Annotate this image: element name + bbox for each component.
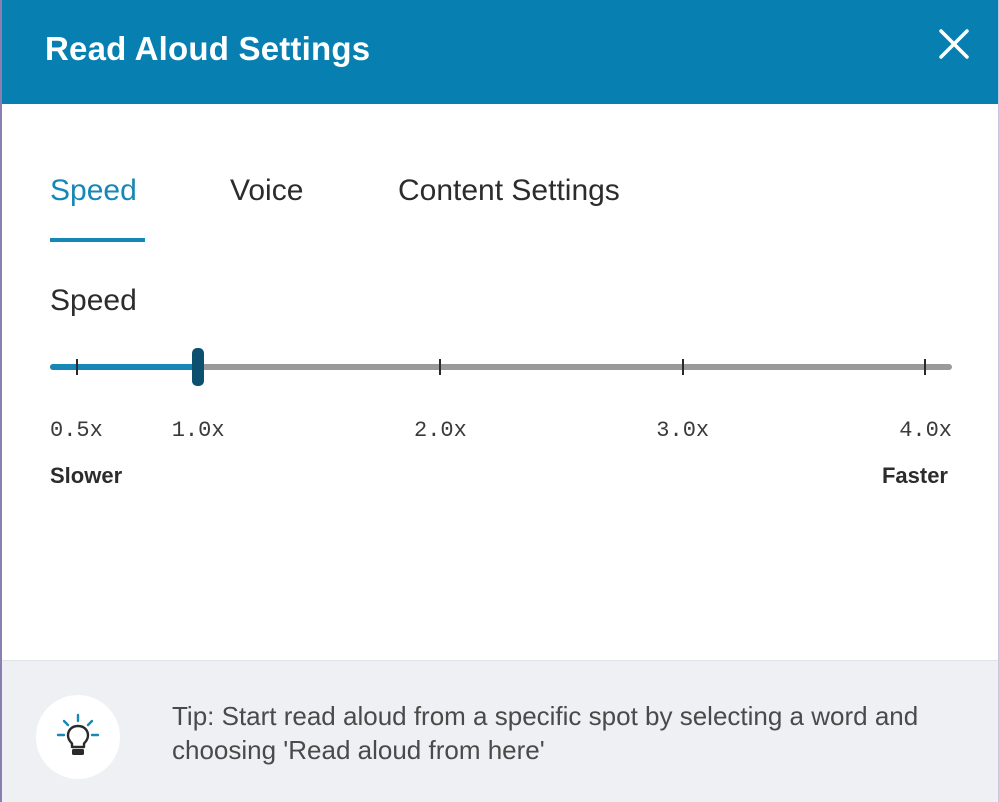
tab-speed[interactable]: Speed	[50, 174, 137, 208]
tab-content-settings[interactable]: Content Settings	[398, 174, 620, 208]
slider-tick	[76, 359, 78, 375]
active-tab-indicator	[50, 238, 145, 242]
slider-tick	[439, 359, 442, 375]
settings-tabs: Speed Voice Content Settings	[2, 160, 998, 250]
speed-section-label: Speed	[50, 284, 137, 317]
slower-caption: Slower	[50, 463, 123, 488]
tick-label: 2.0x	[414, 418, 467, 443]
slider-tick	[924, 359, 926, 375]
tip-footer: Tip: Start read aloud from a specific sp…	[2, 660, 998, 802]
tip-icon-container	[36, 695, 120, 779]
speed-slider[interactable]	[50, 346, 952, 390]
slider-thumb[interactable]	[192, 348, 205, 386]
slider-tick	[681, 359, 684, 375]
tick-label: 4.0x	[899, 418, 952, 443]
faster-caption: Faster	[881, 463, 948, 488]
close-button[interactable]	[936, 26, 972, 62]
close-icon	[939, 29, 969, 59]
tick-label: 0.5x	[50, 418, 103, 443]
dialog-header: Read Aloud Settings	[2, 0, 998, 104]
slider-track-fill	[50, 364, 199, 370]
tip-text: Tip: Start read aloud from a specific sp…	[172, 701, 919, 765]
tab-voice[interactable]: Voice	[230, 174, 303, 208]
lightbulb-icon	[56, 713, 100, 755]
read-aloud-settings-dialog: Read Aloud Settings Speed Voice Content …	[0, 0, 999, 802]
tick-label: 1.0x	[171, 418, 225, 443]
dialog-title: Read Aloud Settings	[45, 30, 371, 67]
tick-label: 3.0x	[656, 418, 710, 443]
